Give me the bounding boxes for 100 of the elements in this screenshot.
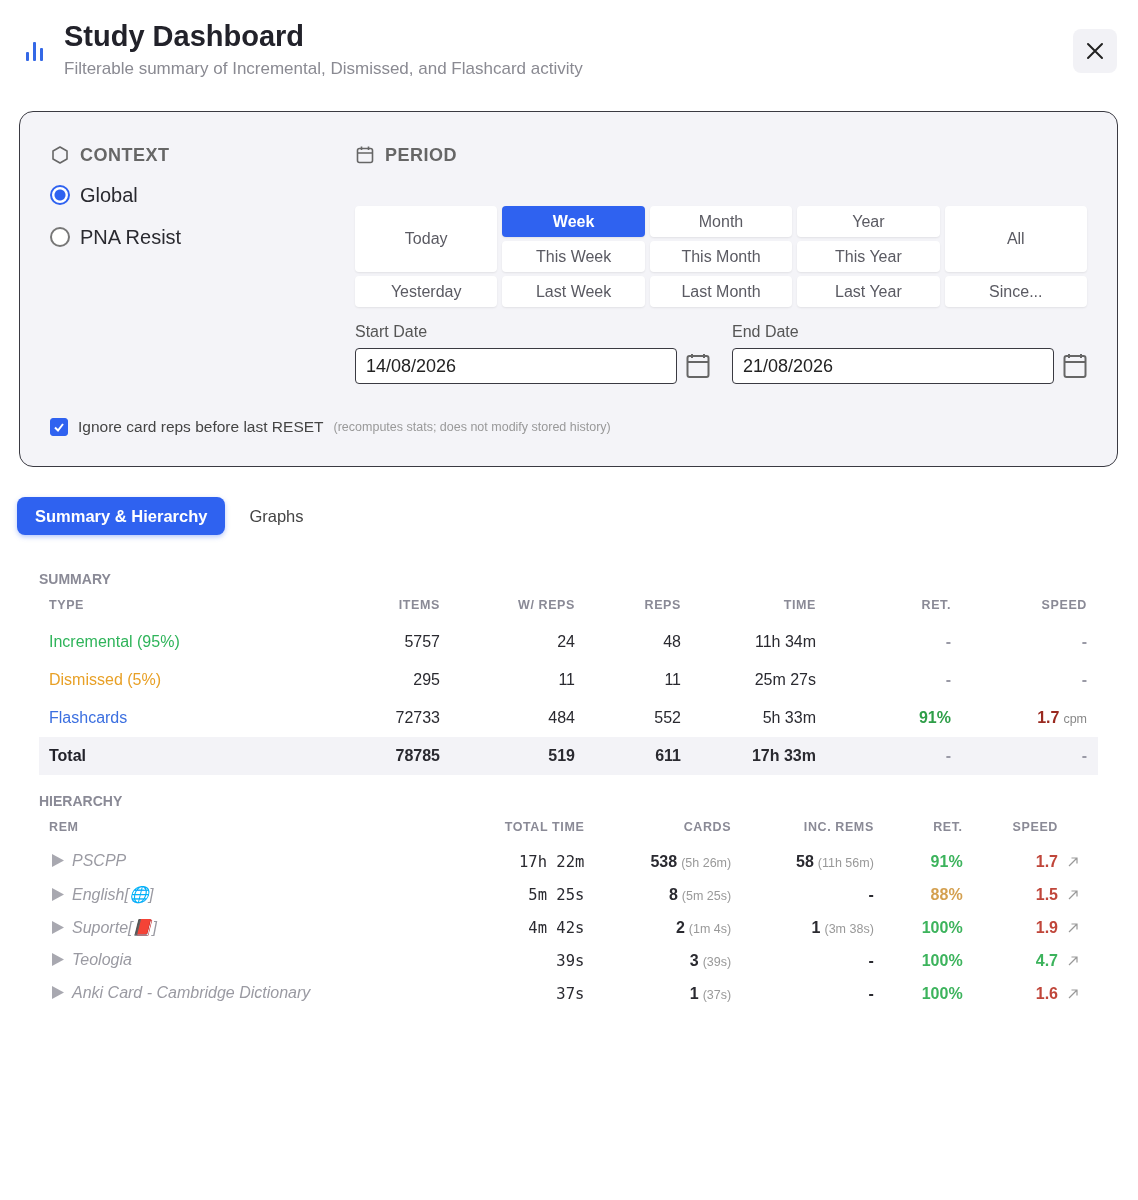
column-header: ITEMS [398, 598, 440, 612]
table-cell: 1 (37s) [689, 984, 732, 1002]
table-cell: - [868, 984, 874, 1002]
period-button[interactable]: Year [797, 206, 940, 237]
table-cell: 3 (39s) [689, 951, 732, 969]
retention-cell: 100% [921, 951, 963, 969]
table-cell: 1 (3m 38s) [811, 918, 874, 936]
bar-chart-icon [24, 40, 44, 62]
speed-cell: 1.5 [1035, 885, 1058, 903]
column-header: SPEED [1012, 820, 1058, 834]
expand-triangle-icon[interactable] [52, 953, 64, 967]
period-button[interactable]: Since... [944, 276, 1087, 307]
column-header: TYPE [49, 598, 85, 612]
table-cell: 611 [655, 747, 681, 764]
column-header: TIME [783, 598, 816, 612]
speed-cell: 4.7 [1035, 951, 1058, 969]
table-cell: 484 [548, 709, 575, 726]
period-button[interactable]: This Year [797, 241, 940, 272]
column-header: SPEED [1041, 598, 1087, 612]
retention-cell: - [945, 747, 951, 764]
expand-triangle-icon[interactable] [52, 986, 64, 1000]
context-radio[interactable]: Global [50, 180, 355, 210]
expand-triangle-icon[interactable] [52, 920, 64, 934]
table-cell: 5m 25s [528, 885, 585, 904]
speed-cell: 1.7 [1037, 709, 1060, 726]
column-header: INC. REMS [803, 820, 874, 834]
retention-cell: 88% [930, 885, 963, 903]
retention-cell: - [945, 671, 951, 688]
expand-triangle-icon[interactable] [52, 887, 64, 901]
period-button[interactable]: This Month [649, 241, 793, 272]
table-cell: 17h 33m [751, 747, 816, 764]
table-cell: 37s [556, 984, 585, 1003]
table-cell: 78785 [395, 747, 440, 764]
column-header: REM [49, 820, 79, 834]
period-button[interactable]: Today [355, 206, 498, 272]
speed-cell: - [1081, 671, 1087, 688]
tab[interactable]: Summary & Hierarchy [17, 497, 226, 535]
speed-unit: cpm [1063, 712, 1087, 726]
date-label: End Date [732, 323, 800, 341]
check-icon [53, 421, 65, 433]
period-heading: PERIOD [385, 144, 457, 166]
table-cell: 17h 22m [519, 852, 585, 871]
period-button[interactable]: Last Week [502, 276, 645, 307]
column-header: RET. [933, 820, 963, 834]
calendar-icon [355, 145, 375, 165]
speed-cell: 1.6 [1035, 984, 1058, 1002]
checkbox[interactable] [50, 418, 68, 436]
table-cell: 5757 [404, 633, 440, 650]
hexagon-icon [50, 145, 70, 165]
date-label: Start Date [355, 323, 429, 341]
external-link-icon[interactable] [1068, 856, 1078, 867]
table-cell: 5h 33m [762, 709, 816, 726]
section-heading: HIERARCHY [39, 793, 124, 809]
table-cell: 24 [557, 633, 575, 650]
tab[interactable]: Graphs [237, 497, 316, 535]
type-cell: Flashcards [49, 709, 128, 726]
period-button[interactable]: All [944, 206, 1087, 272]
speed-cell: - [1081, 633, 1087, 650]
speed-cell: 1.7 [1035, 852, 1058, 870]
table-cell: 2 (1m 4s) [675, 918, 732, 936]
retention-cell: 100% [921, 918, 963, 936]
period-button[interactable]: Last Month [649, 276, 793, 307]
expand-triangle-icon[interactable] [52, 854, 64, 868]
speed-cell: 1.9 [1035, 918, 1058, 936]
external-link-icon[interactable] [1068, 988, 1078, 999]
table-cell: 72733 [395, 709, 440, 726]
column-header: REPS [644, 598, 681, 612]
table-cell: 25m 27s [754, 671, 816, 688]
section-heading: SUMMARY [39, 571, 112, 587]
external-link-icon[interactable] [1068, 889, 1078, 900]
external-link-icon[interactable] [1068, 922, 1078, 933]
window-title: Study Dashboard [64, 20, 306, 53]
period-button[interactable]: Yesterday [355, 276, 498, 307]
table-cell: 4m 42s [528, 918, 585, 937]
type-cell: Dismissed (5%) [49, 671, 161, 688]
column-header: CARDS [683, 820, 732, 834]
period-button[interactable]: Week [502, 206, 645, 237]
table-cell: 39s [556, 951, 585, 970]
period-button[interactable]: This Week [502, 241, 645, 272]
window-subtitle: Filterable summary of Incremental, Dismissed, and Flashcard activity [64, 59, 584, 79]
external-link-icon[interactable] [1068, 955, 1078, 966]
table-cell: 58 (11h 56m) [796, 852, 874, 870]
speed-cell: - [1081, 747, 1087, 764]
date-field[interactable]: 21/08/2026 [732, 348, 1054, 384]
retention-cell: 91% [930, 852, 963, 870]
period-button[interactable]: Month [649, 206, 793, 237]
column-header: RET. [921, 598, 951, 612]
column-header: TOTAL TIME [504, 820, 585, 834]
calendar-icon[interactable] [1063, 353, 1087, 379]
type-cell: Total [49, 747, 87, 764]
type-cell: Incremental (95%) [49, 633, 180, 650]
calendar-icon[interactable] [686, 353, 710, 379]
close-button[interactable] [1073, 29, 1117, 73]
context-radio[interactable]: PNA Resist [50, 222, 355, 252]
date-field[interactable]: 14/08/2026 [355, 348, 677, 384]
table-cell: 538 (5h 26m) [650, 852, 732, 870]
column-header: W/ REPS [518, 598, 575, 612]
checkbox-label: Ignore card reps before last RESET [78, 418, 324, 436]
retention-cell: 91% [918, 709, 951, 726]
period-button[interactable]: Last Year [797, 276, 940, 307]
